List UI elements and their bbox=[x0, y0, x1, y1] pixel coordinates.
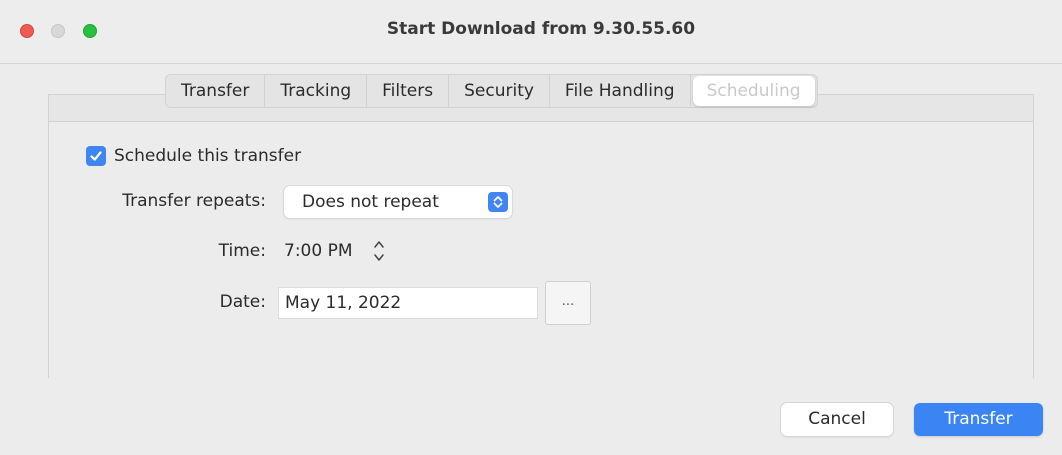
date-field[interactable]: May 11, 2022 bbox=[278, 287, 538, 319]
date-label: Date: bbox=[219, 292, 266, 312]
tab-filters[interactable]: Filters bbox=[367, 75, 450, 107]
dialog-window: Start Download from 9.30.55.60 Transfer … bbox=[0, 0, 1062, 455]
schedule-checkbox-row[interactable]: Schedule this transfer bbox=[86, 146, 301, 166]
window-title: Start Download from 9.30.55.60 bbox=[386, 19, 696, 39]
tab-bar: Transfer Tracking Filters Security File … bbox=[165, 74, 818, 108]
title-bar[interactable]: Start Download from 9.30.55.60 bbox=[0, 0, 1062, 64]
tab-security[interactable]: Security bbox=[449, 75, 550, 107]
tab-view-panel bbox=[48, 94, 1034, 378]
time-label: Time: bbox=[218, 241, 266, 261]
schedule-checkbox[interactable] bbox=[86, 146, 106, 166]
schedule-checkbox-label: Schedule this transfer bbox=[114, 146, 302, 166]
checkmark-icon bbox=[90, 151, 102, 161]
tab-file-handling[interactable]: File Handling bbox=[550, 75, 691, 107]
repeats-selected-value: Does not repeat bbox=[302, 192, 439, 212]
date-picker-button[interactable]: ... bbox=[545, 281, 591, 325]
tab-scheduling[interactable]: Scheduling bbox=[692, 76, 815, 106]
time-stepper[interactable] bbox=[370, 235, 388, 267]
updown-chevron-icon bbox=[488, 192, 508, 212]
time-field[interactable]: 7:00 PM bbox=[278, 236, 370, 266]
transfer-repeats-label: Transfer repeats: bbox=[122, 191, 266, 211]
transfer-button[interactable]: Transfer bbox=[914, 403, 1043, 436]
tab-tracking[interactable]: Tracking bbox=[265, 75, 368, 107]
repeats-popup-button[interactable]: Does not repeat bbox=[284, 186, 512, 218]
cancel-button[interactable]: Cancel bbox=[781, 403, 893, 436]
tab-transfer[interactable]: Transfer bbox=[166, 75, 266, 107]
